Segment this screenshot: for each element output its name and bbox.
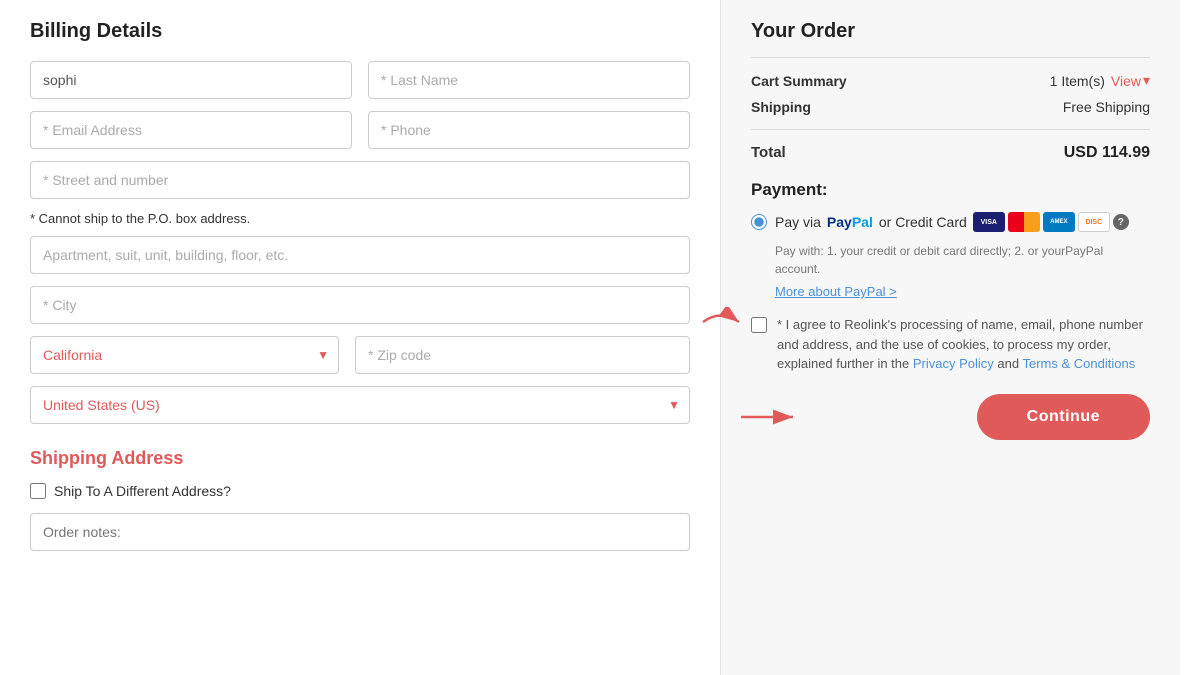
mastercard-icon xyxy=(1008,212,1040,232)
discover-icon: DISC xyxy=(1078,212,1110,232)
shipping-label: Shipping xyxy=(751,99,811,115)
cart-count: 1 Item(s) xyxy=(1050,73,1105,89)
email-field[interactable] xyxy=(30,111,352,149)
chevron-down-icon: ▾ xyxy=(1143,72,1150,89)
billing-section: Billing Details * Cannot ship to the P.O… xyxy=(0,0,720,675)
amex-icon: AMEX xyxy=(1043,212,1075,232)
cart-summary-row: Cart Summary 1 Item(s) View ▾ xyxy=(751,72,1150,89)
phone-field[interactable] xyxy=(368,111,690,149)
agree-section: * I agree to Reolink's processing of nam… xyxy=(751,315,1150,374)
pay-or-text: or Credit Card xyxy=(879,214,967,230)
order-title: Your Order xyxy=(751,20,1150,43)
pay-via-text: Pay via xyxy=(775,214,821,230)
agree-text-label[interactable]: * I agree to Reolink's processing of nam… xyxy=(777,315,1150,374)
agree-checkbox[interactable] xyxy=(751,317,767,333)
country-row: United States (US) Canada ▼ xyxy=(30,386,690,424)
cart-summary-right: 1 Item(s) View ▾ xyxy=(1050,72,1150,89)
continue-button[interactable]: Continue xyxy=(977,394,1150,440)
state-wrapper: California New York Texas ▼ xyxy=(30,336,339,374)
shipping-section: Shipping Address Ship To A Different Add… xyxy=(30,448,690,551)
city-field[interactable] xyxy=(30,286,690,324)
total-row: Total USD 114.99 xyxy=(751,129,1150,162)
order-notes-field[interactable] xyxy=(30,513,690,551)
country-select[interactable]: United States (US) Canada xyxy=(30,386,690,424)
continue-arrow-icon xyxy=(741,405,801,429)
ship-different-checkbox[interactable] xyxy=(30,483,46,499)
shipping-row: Shipping Free Shipping xyxy=(751,99,1150,115)
paypal-radio[interactable] xyxy=(751,214,767,230)
order-summary-section: Your Order Cart Summary 1 Item(s) View ▾… xyxy=(720,0,1180,675)
state-zip-row: California New York Texas ▼ xyxy=(30,336,690,374)
help-icon[interactable]: ? xyxy=(1113,214,1129,230)
po-box-note: * Cannot ship to the P.O. box address. xyxy=(30,211,690,226)
total-label: Total xyxy=(751,144,786,162)
first-name-field[interactable] xyxy=(30,61,352,99)
cart-summary-label: Cart Summary xyxy=(751,73,847,89)
street-field[interactable] xyxy=(30,161,690,199)
more-paypal-link[interactable]: More about PayPal > xyxy=(775,284,1150,299)
paypal-logo: PayPal xyxy=(827,214,873,230)
continue-section: Continue xyxy=(751,394,1150,440)
payment-option-row: Pay via PayPal or Credit Card VISA AMEX … xyxy=(751,212,1150,232)
total-amount: USD 114.99 xyxy=(1064,144,1150,162)
apartment-field[interactable] xyxy=(30,236,690,274)
contact-row xyxy=(30,111,690,149)
visa-icon: VISA xyxy=(973,212,1005,232)
shipping-title: Shipping Address xyxy=(30,448,690,469)
payment-description: Pay with: 1. your credit or debit card d… xyxy=(775,242,1150,278)
agree-arrow-icon xyxy=(701,307,749,337)
payment-title: Payment: xyxy=(751,180,1150,200)
zip-field[interactable] xyxy=(355,336,690,374)
order-divider xyxy=(751,57,1150,58)
privacy-policy-link[interactable]: Privacy Policy xyxy=(913,356,994,371)
terms-conditions-link[interactable]: Terms & Conditions xyxy=(1022,356,1135,371)
country-wrapper: United States (US) Canada ▼ xyxy=(30,386,690,424)
state-select[interactable]: California New York Texas xyxy=(30,336,339,374)
shipping-value: Free Shipping xyxy=(1063,99,1150,115)
card-icons: VISA AMEX DISC ? xyxy=(973,212,1129,232)
paypal-pay-text: Pay xyxy=(827,214,852,230)
name-row xyxy=(30,61,690,99)
last-name-field[interactable] xyxy=(368,61,690,99)
paypal-label[interactable]: Pay via PayPal or Credit Card VISA AMEX … xyxy=(775,212,1129,232)
billing-title: Billing Details xyxy=(30,20,690,43)
view-label: View xyxy=(1111,73,1141,89)
view-cart-link[interactable]: View ▾ xyxy=(1111,72,1150,89)
agree-and-text: and xyxy=(994,356,1023,371)
paypal-pal-text: Pal xyxy=(852,214,873,230)
ship-different-row: Ship To A Different Address? xyxy=(30,483,690,499)
ship-different-label[interactable]: Ship To A Different Address? xyxy=(54,483,231,499)
